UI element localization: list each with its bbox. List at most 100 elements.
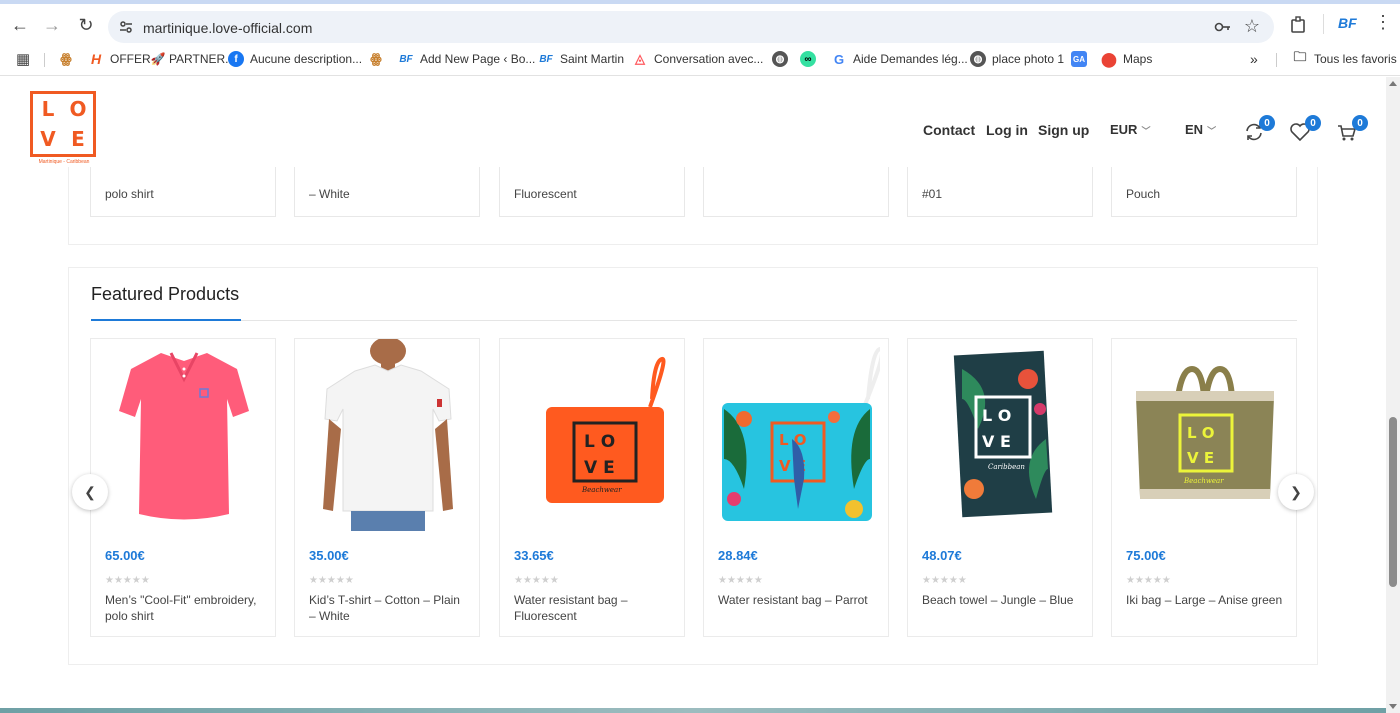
language-dropdown[interactable]: EN ﹀ <box>1185 122 1216 137</box>
product-name[interactable]: Kid’s T-shirt – Cotton – Plain – White <box>309 592 469 624</box>
bookmark-item[interactable]: BF Add New Page ‹ Bo... <box>398 51 535 67</box>
bookmark-item[interactable]: GA <box>1071 51 1087 67</box>
product-image[interactable]: L O V E Caribbean <box>918 339 1084 531</box>
product-image[interactable] <box>305 339 471 531</box>
maps-icon: ⬤ <box>1101 50 1117 67</box>
rating-stars: ★★★★★ <box>514 575 559 586</box>
compare-count-badge: 0 <box>1259 115 1275 131</box>
product-name[interactable]: Water resistant bag – Parrot <box>718 592 878 608</box>
bf-extension-icon[interactable]: BF <box>1338 15 1357 31</box>
site-info-icon[interactable] <box>118 19 134 35</box>
scroll-up-arrow[interactable] <box>1389 81 1397 86</box>
product-card[interactable]: polo shirt <box>90 167 276 217</box>
logo-box: L O V E <box>30 91 96 157</box>
product-name[interactable]: Beach towel – Jungle – Blue <box>922 592 1082 608</box>
browser-toolbar: ← → ↻ martinique.love-official.com ☆ BF … <box>0 0 1400 44</box>
reload-icon[interactable]: ↻ <box>75 14 97 36</box>
cart-count-badge: 0 <box>1352 115 1368 131</box>
translate-icon: GA <box>1071 51 1087 67</box>
squirrel-icon: ꙮ <box>60 51 72 66</box>
currency-dropdown[interactable]: EUR ﹀ <box>1110 122 1150 137</box>
chevron-left-icon: ❮ <box>84 483 96 500</box>
bookmark-item[interactable]: ◍ place photo 1 <box>970 51 1064 67</box>
svg-text:Caribbean: Caribbean <box>988 463 1025 471</box>
compare-button[interactable]: 0 <box>1243 115 1275 143</box>
bookmarks-divider <box>44 53 45 67</box>
product-card[interactable]: L O V E 28.84€ ★★★★★ Water resistant bag… <box>703 338 889 637</box>
apps-grid-icon[interactable]: ▦ <box>16 50 30 68</box>
bookmark-item[interactable]: ∞ <box>800 51 816 67</box>
wishlist-count-badge: 0 <box>1305 115 1321 131</box>
bookmark-item[interactable]: ◍ <box>772 51 788 67</box>
toolbar-divider <box>1323 14 1324 34</box>
product-image[interactable]: L O V E Beachwear <box>1122 339 1288 531</box>
globe-icon: ◍ <box>970 51 986 67</box>
rating-stars: ★★★★★ <box>105 575 150 586</box>
product-name[interactable]: Men’s "Cool-Fit" embroidery, polo shirt <box>105 592 265 624</box>
love-logo[interactable]: L O V E Martinique - Caribbean <box>30 91 98 169</box>
extensions-icon[interactable] <box>1290 16 1308 34</box>
product-card[interactable]: L O V E Caribbean 48.07€ ★★★★★ Beach tow… <box>907 338 1093 637</box>
chevron-right-icon: ❯ <box>1290 483 1302 500</box>
page-scrollbar[interactable] <box>1386 77 1400 713</box>
product-card[interactable]: L O V E Beachwear 75.00€ ★★★★★ Iki bag –… <box>1111 338 1297 637</box>
wishlist-button[interactable]: 0 <box>1289 115 1321 143</box>
product-price: 28.84€ <box>718 548 758 563</box>
airbnb-icon: ◬ <box>635 51 645 66</box>
address-bar[interactable]: martinique.love-official.com ☆ <box>108 11 1274 43</box>
carousel-next-button[interactable]: ❯ <box>1278 474 1314 510</box>
bf-icon: BF <box>399 53 413 65</box>
product-price: 65.00€ <box>105 548 145 563</box>
back-icon[interactable]: ← <box>9 14 31 36</box>
svg-text:V E: V E <box>1187 449 1214 467</box>
bookmark-item[interactable]: ⬤ Maps <box>1101 51 1152 67</box>
product-price: 75.00€ <box>1126 548 1166 563</box>
product-card[interactable]: Fluorescent <box>499 167 685 217</box>
product-price: 33.65€ <box>514 548 554 563</box>
scroll-thumb[interactable] <box>1389 417 1397 587</box>
bookmark-item[interactable]: ◬ Conversation avec... <box>632 51 763 67</box>
product-card[interactable]: – White <box>294 167 480 217</box>
h-logo-icon: H <box>90 51 102 67</box>
product-image[interactable]: L O V E <box>714 339 880 531</box>
menu-kebab-icon[interactable]: ⋮ <box>1374 12 1392 33</box>
google-icon: G <box>833 51 845 67</box>
product-card[interactable]: Pouch <box>1111 167 1297 217</box>
rating-stars: ★★★★★ <box>922 575 967 586</box>
forward-icon[interactable]: → <box>41 14 63 36</box>
product-card[interactable]: #01 <box>907 167 1093 217</box>
squirrel-icon: ꙮ <box>370 51 382 66</box>
scroll-down-arrow[interactable] <box>1389 704 1397 709</box>
svg-text:Beachwear: Beachwear <box>1183 477 1224 485</box>
nav-signup[interactable]: Sign up <box>1038 122 1089 138</box>
product-card[interactable] <box>703 167 889 217</box>
bookmark-item[interactable]: ꙮ <box>58 51 74 67</box>
bookmark-item[interactable]: G Aide Demandes lég... <box>831 51 968 67</box>
product-image[interactable]: L O V E Beachwear <box>510 339 676 531</box>
bookmarks-overflow-button[interactable]: » <box>1250 51 1258 67</box>
product-price: 35.00€ <box>309 548 349 563</box>
bookmark-item[interactable]: H OFFER🚀 PARTNER... <box>88 51 235 67</box>
product-name[interactable]: Iki bag – Large – Anise green <box>1126 592 1286 608</box>
rating-stars: ★★★★★ <box>718 575 763 586</box>
bookmark-item[interactable]: f Aucune description... <box>228 51 362 67</box>
product-card[interactable]: 65.00€ ★★★★★ Men’s "Cool-Fit" embroidery… <box>90 338 276 637</box>
product-image[interactable] <box>101 339 267 531</box>
all-bookmarks-folder[interactable]: 🗀 Tous les favoris <box>1292 49 1396 67</box>
bookmark-item[interactable]: BF Saint Martin <box>538 51 624 67</box>
cart-button[interactable]: 0 <box>1336 115 1368 143</box>
section-divider <box>91 320 1297 321</box>
password-key-icon[interactable] <box>1214 18 1232 36</box>
nav-contact[interactable]: Contact <box>923 122 975 138</box>
bookmark-star-icon[interactable]: ☆ <box>1244 16 1260 37</box>
bookmark-item[interactable]: ꙮ <box>368 51 384 67</box>
product-name[interactable]: Water resistant bag – Fluorescent <box>514 592 674 624</box>
nav-login[interactable]: Log in <box>986 122 1028 138</box>
bookmarks-bar: ▦ ꙮ H OFFER🚀 PARTNER... f Aucune descrip… <box>0 44 1400 76</box>
carousel-prev-button[interactable]: ❮ <box>72 474 108 510</box>
product-card[interactable]: L O V E Beachwear 33.65€ ★★★★★ Water res… <box>499 338 685 637</box>
rating-stars: ★★★★★ <box>309 575 354 586</box>
product-card[interactable]: 35.00€ ★★★★★ Kid’s T-shirt – Cotton – Pl… <box>294 338 480 637</box>
web-page: L O V E Martinique - Caribbean Contact L… <box>0 77 1386 713</box>
bookmarks-divider <box>1276 53 1277 67</box>
